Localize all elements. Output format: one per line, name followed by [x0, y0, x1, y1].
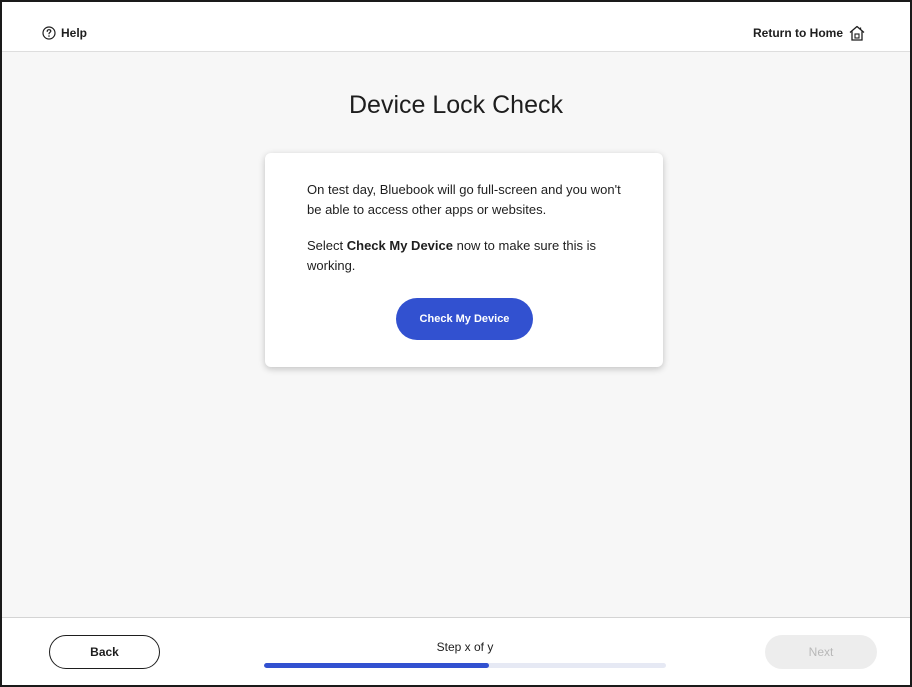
home-icon — [849, 25, 865, 41]
footer-nav: Back Step x of y Next — [2, 617, 910, 685]
return-home-label: Return to Home — [753, 26, 843, 40]
step-indicator: Step x of y — [436, 640, 494, 654]
next-button[interactable]: Next — [765, 635, 877, 669]
device-lock-card: On test day, Bluebook will go full-scree… — [265, 153, 663, 367]
back-button[interactable]: Back — [49, 635, 160, 669]
instruction-emphasis: Check My Device — [346, 238, 453, 253]
instruction-prefix: Select — [307, 238, 347, 253]
app-window: Help Return to Home Device Lock Check On… — [0, 0, 912, 687]
top-bar: Help Return to Home — [2, 2, 910, 52]
help-button[interactable]: Help — [42, 26, 87, 40]
progress-bar — [264, 663, 666, 668]
page-title: Device Lock Check — [349, 91, 563, 119]
card-description: On test day, Bluebook will go full-scree… — [307, 182, 621, 217]
question-circle-icon — [42, 26, 56, 40]
help-label: Help — [61, 26, 88, 40]
return-home-button[interactable]: Return to Home — [753, 24, 866, 42]
progress-bar-fill — [264, 663, 490, 668]
check-my-device-button[interactable]: Check My Device — [396, 298, 533, 340]
card-instruction: Select Check My Device now to make sure … — [307, 236, 627, 276]
